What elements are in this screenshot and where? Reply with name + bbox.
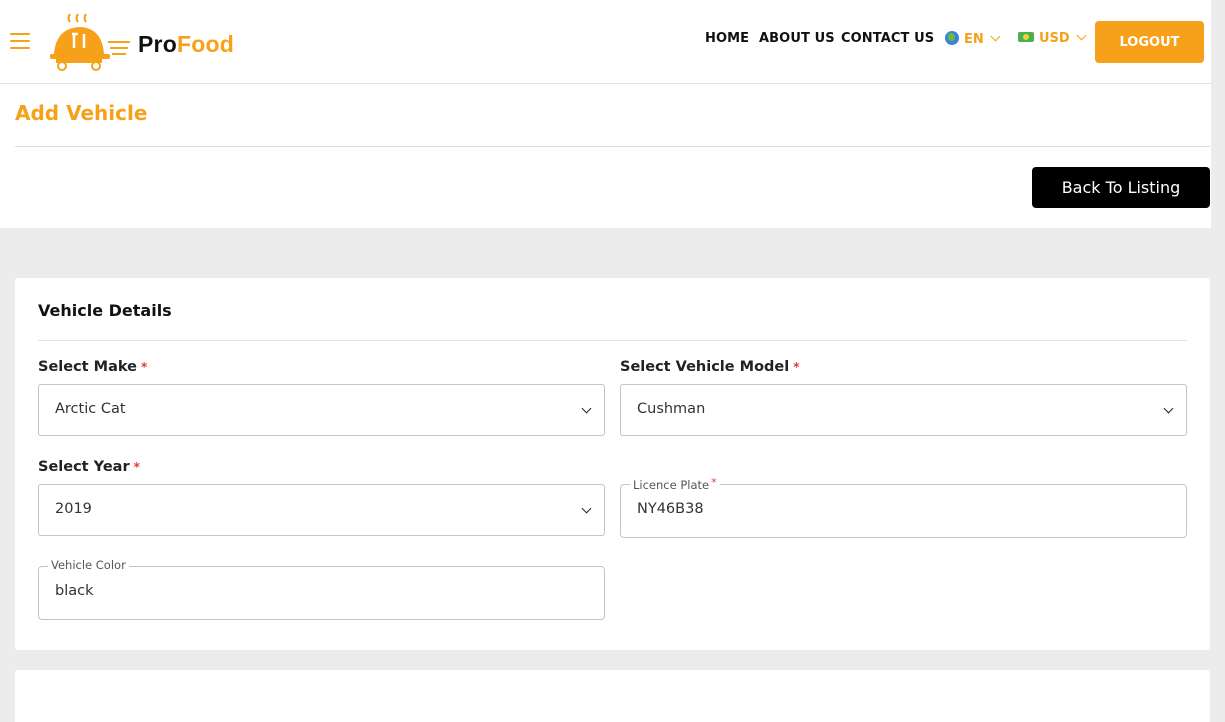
vehicle-color-label: Vehicle Color xyxy=(48,558,129,572)
money-icon xyxy=(1018,32,1034,42)
year-label: Select Year * xyxy=(38,459,140,475)
chevron-down-icon xyxy=(1076,30,1087,41)
make-select[interactable]: Arctic Cat xyxy=(38,384,605,436)
vehicle-color-input[interactable] xyxy=(55,583,564,599)
next-section-card xyxy=(15,670,1210,722)
model-select-value: Cushman xyxy=(637,401,706,417)
make-select-value: Arctic Cat xyxy=(55,401,126,417)
language-value: EN xyxy=(964,32,984,47)
nav-home[interactable]: HOME xyxy=(705,31,749,46)
chevron-down-icon xyxy=(990,31,1001,42)
licence-plate-field[interactable]: Licence Plate * xyxy=(620,476,1187,538)
page-title-bar: Add Vehicle Back To Listing xyxy=(0,84,1225,228)
section-title: Vehicle Details xyxy=(38,301,172,320)
divider xyxy=(38,340,1187,341)
currency-value: USD xyxy=(1039,31,1070,46)
nav-about-us[interactable]: ABOUT US xyxy=(759,31,835,46)
back-to-listing-button[interactable]: Back To Listing xyxy=(1032,167,1210,208)
chevron-down-icon xyxy=(581,503,592,514)
page-title: Add Vehicle xyxy=(15,101,148,125)
model-select[interactable]: Cushman xyxy=(620,384,1187,436)
nav-contact-us[interactable]: CONTACT US xyxy=(841,31,934,46)
licence-plate-label: Licence Plate * xyxy=(630,476,720,492)
year-select[interactable]: 2019 xyxy=(38,484,605,536)
chevron-down-icon xyxy=(581,403,592,414)
chevron-down-icon xyxy=(1163,403,1174,414)
logout-button[interactable]: LOGOUT xyxy=(1095,21,1204,63)
language-selector[interactable]: EN xyxy=(945,31,1001,47)
food-cart-logo-icon xyxy=(50,13,130,71)
vehicle-details-card: Vehicle Details Select Make * Arctic Cat … xyxy=(15,278,1210,650)
vehicle-color-field[interactable]: Vehicle Color xyxy=(38,558,605,620)
globe-icon xyxy=(945,31,959,45)
brand-logo[interactable]: ProFood xyxy=(50,12,250,72)
model-label: Select Vehicle Model * xyxy=(620,359,800,375)
divider xyxy=(15,146,1210,147)
year-select-value: 2019 xyxy=(55,501,92,517)
currency-selector[interactable]: USD xyxy=(1018,30,1087,46)
make-label: Select Make * xyxy=(38,359,148,375)
brand-name: ProFood xyxy=(138,31,234,57)
top-header: ProFood HOME ABOUT US CONTACT US EN USD … xyxy=(0,0,1225,84)
scrollbar[interactable] xyxy=(1211,0,1225,722)
licence-plate-input[interactable] xyxy=(637,501,1146,517)
hamburger-menu-icon[interactable] xyxy=(10,33,30,49)
